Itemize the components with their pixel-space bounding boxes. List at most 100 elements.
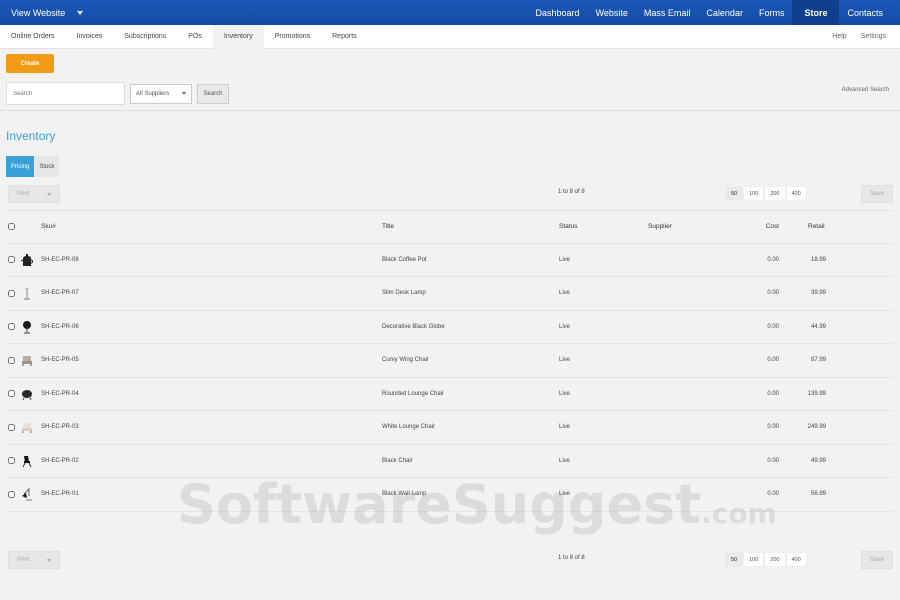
row-title[interactable]: Black Coffee Pot: [382, 244, 427, 277]
row-sku[interactable]: SH-EC-PR-05: [41, 344, 79, 377]
select-all-cell: [8, 211, 16, 243]
row-title[interactable]: Black Wall Lamp: [382, 478, 426, 511]
row-select-cell: [8, 277, 16, 310]
nav-contacts[interactable]: Contacts: [839, 0, 900, 25]
save-button[interactable]: Save: [861, 185, 893, 203]
table-row[interactable]: SH-EC-PR-02 Black Chair Live 0.00 49.99: [5, 445, 893, 478]
save-button[interactable]: Save: [861, 551, 893, 569]
help-link[interactable]: Help: [825, 25, 853, 49]
search-button[interactable]: Search: [197, 83, 229, 104]
print-label: Print: [17, 191, 30, 197]
page-size-400[interactable]: 400: [785, 186, 807, 201]
row-checkbox[interactable]: [8, 356, 15, 364]
page-size-200[interactable]: 200: [764, 186, 786, 201]
row-title[interactable]: Curvy Wing Chair: [382, 344, 429, 377]
page-size-50[interactable]: 50: [725, 186, 744, 201]
row-checkbox[interactable]: [8, 323, 15, 331]
print-button[interactable]: Print: [8, 185, 60, 203]
settings-link[interactable]: Settings: [854, 25, 900, 49]
row-sku[interactable]: SH-EC-PR-01: [41, 478, 79, 511]
row-title[interactable]: Slim Desk Lamp: [382, 277, 426, 310]
column-cost[interactable]: Cost: [745, 211, 779, 243]
nav-mass-email[interactable]: Mass Email: [636, 0, 699, 25]
row-retail: 18.99: [810, 256, 826, 263]
nav-website[interactable]: Website: [588, 0, 636, 25]
row-title[interactable]: Decorative Black Globe: [382, 311, 445, 344]
row-sku[interactable]: SH-EC-PR-08: [41, 244, 79, 277]
row-checkbox[interactable]: [8, 256, 15, 264]
nav-forms[interactable]: Forms: [751, 0, 793, 25]
page-size-400[interactable]: 400: [785, 552, 807, 567]
table-row[interactable]: SH-EC-PR-03 White Lounge Chair Live 0.00 249…: [5, 411, 893, 445]
row-sku[interactable]: SH-EC-PR-04: [41, 378, 79, 411]
create-button[interactable]: Create: [6, 54, 54, 73]
table-row[interactable]: SH-EC-PR-07 Slim Desk Lamp Live 0.00 39.99: [5, 277, 893, 311]
row-cost: 0.00: [767, 357, 779, 364]
row-select-cell: [8, 445, 16, 478]
column-sku[interactable]: Sku#: [41, 211, 56, 243]
select-all-checkbox[interactable]: [8, 223, 15, 231]
row-title[interactable]: White Lounge Chair: [382, 411, 435, 444]
row-checkbox[interactable]: [8, 457, 15, 465]
row-status: Live: [559, 424, 571, 431]
table-row[interactable]: SH-EC-PR-05 Curvy Wing Chair Live 0.00 87.99: [5, 344, 893, 378]
main-nav: Dashboard Website Mass Email Calendar Fo…: [528, 0, 900, 25]
row-checkbox[interactable]: [8, 423, 15, 431]
column-status[interactable]: Status: [559, 211, 577, 243]
view-website-menu[interactable]: View Website: [0, 0, 84, 25]
row-checkbox[interactable]: [8, 390, 15, 398]
row-status: Live: [559, 256, 571, 263]
tab-pricing[interactable]: Pricing: [6, 156, 35, 177]
row-title[interactable]: Rounded Lounge Chair: [382, 378, 444, 411]
print-button[interactable]: Print: [8, 551, 60, 569]
row-cost: 0.00: [767, 256, 779, 263]
row-select-cell: [8, 344, 16, 377]
pager-top: Print 1 to 8 of 8 50 100 200 400 Save: [0, 185, 900, 205]
row-title[interactable]: Black Chair: [382, 445, 413, 478]
subtab-promotions[interactable]: Promotions: [264, 25, 321, 49]
row-sku[interactable]: SH-EC-PR-03: [41, 411, 79, 444]
supplier-select[interactable]: All Suppliers: [130, 83, 192, 104]
column-retail[interactable]: Retail: [808, 211, 839, 243]
nav-store[interactable]: Store: [792, 0, 840, 25]
subtab-pos[interactable]: POs: [177, 25, 213, 49]
row-sku[interactable]: SH-EC-PR-02: [41, 445, 79, 478]
black-chair-icon: [19, 445, 35, 478]
subtab-subscriptions[interactable]: Subscriptions: [113, 25, 177, 49]
column-title[interactable]: Title: [382, 211, 394, 243]
advanced-search-link[interactable]: Advanced Search: [842, 87, 889, 93]
pager-bottom: Print 1 to 8 of 8 50 100 200 400 Save: [0, 551, 900, 571]
page-size-100[interactable]: 100: [743, 552, 765, 567]
column-supplier[interactable]: Supplier: [648, 211, 672, 243]
chevron-down-icon: [182, 92, 186, 95]
subtab-inventory[interactable]: Inventory: [212, 24, 264, 49]
nav-dashboard[interactable]: Dashboard: [528, 0, 588, 25]
page-size-50[interactable]: 50: [725, 552, 744, 567]
search-bar: All Suppliers Search: [6, 82, 229, 105]
page-title: Inventory: [6, 129, 56, 143]
chevron-down-icon: [77, 10, 84, 15]
row-retail: 249.99: [807, 424, 826, 431]
nav-calendar[interactable]: Calendar: [698, 0, 751, 25]
subtab-reports[interactable]: Reports: [321, 25, 368, 49]
page-size-100[interactable]: 100: [743, 186, 765, 201]
row-sku[interactable]: SH-EC-PR-07: [41, 277, 79, 310]
subtab-online-orders[interactable]: Online Orders: [0, 25, 66, 49]
table-row[interactable]: SH-EC-PR-08 Black Coffee Pot Live 0.00 18.99: [5, 244, 893, 277]
row-checkbox[interactable]: [8, 490, 15, 498]
wing-chair-icon: [19, 344, 35, 377]
search-input[interactable]: [6, 82, 125, 105]
page-size-200[interactable]: 200: [764, 552, 786, 567]
pager-info: 1 to 8 of 8: [558, 555, 585, 561]
table-row[interactable]: SH-EC-PR-01 Black Wall Lamp Live 0.00 56.99: [5, 478, 893, 512]
white-chair-icon: [19, 411, 35, 444]
row-checkbox[interactable]: [8, 289, 15, 297]
subtab-invoices[interactable]: Invoices: [66, 25, 114, 49]
row-sku[interactable]: SH-EC-PR-06: [41, 311, 79, 344]
top-bar: View Website Dashboard Website Mass Emai…: [0, 0, 900, 25]
table-row[interactable]: SH-EC-PR-06 Decorative Black Globe Live 0.0…: [5, 311, 893, 344]
chevron-down-icon: [47, 558, 51, 562]
row-status: Live: [559, 323, 571, 330]
tab-stock[interactable]: Stock: [34, 156, 60, 177]
table-row[interactable]: SH-EC-PR-04 Rounded Lounge Chair Live 0.00 1…: [5, 378, 893, 411]
